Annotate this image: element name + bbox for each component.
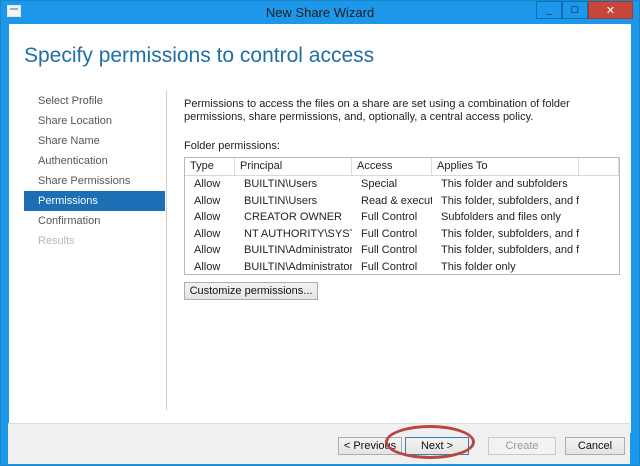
table-row[interactable]: Allow BUILTIN\Users Read & execute This … bbox=[185, 193, 619, 210]
cell-applies-to: This folder, subfolders, and files bbox=[441, 227, 579, 240]
nav-step-permissions[interactable]: Permissions bbox=[24, 191, 165, 211]
wizard-footer: < Previous Next > Create Cancel bbox=[8, 423, 630, 464]
cell-principal: BUILTIN\Users bbox=[244, 178, 318, 190]
column-header-principal[interactable]: Principal bbox=[235, 158, 352, 175]
nav-step-share-location[interactable]: Share Location bbox=[24, 111, 165, 131]
nav-divider bbox=[166, 90, 167, 410]
nav-step-authentication[interactable]: Authentication bbox=[24, 151, 165, 171]
cell-type: Allow bbox=[194, 194, 221, 207]
column-header-access[interactable]: Access bbox=[352, 158, 432, 175]
maximize-button[interactable]: □ bbox=[562, 1, 588, 19]
minimize-icon: _ bbox=[545, 4, 553, 16]
window-controls: _ □ ✕ bbox=[536, 1, 633, 20]
cell-principal: CREATOR OWNER bbox=[244, 211, 342, 223]
column-header-applies-to[interactable]: Applies To bbox=[432, 158, 579, 175]
nav-step-share-name[interactable]: Share Name bbox=[24, 131, 165, 151]
create-button: Create bbox=[488, 437, 556, 455]
cell-type: Allow bbox=[194, 178, 221, 190]
cell-type: Allow bbox=[194, 227, 221, 240]
column-header-type[interactable]: Type bbox=[185, 158, 235, 175]
cell-access: Full Control bbox=[361, 244, 418, 256]
maximize-icon: □ bbox=[571, 4, 579, 16]
table-row[interactable]: Allow CREATOR OWNER Full Control Subfold… bbox=[185, 209, 619, 226]
nav-step-results: Results bbox=[38, 235, 75, 247]
table-row[interactable]: Allow BUILTIN\Administrators Full Contro… bbox=[185, 259, 619, 276]
cell-principal: BUILTIN\Administrators bbox=[244, 244, 352, 256]
customize-permissions-button[interactable]: Customize permissions... bbox=[184, 282, 318, 300]
cell-type: Allow bbox=[194, 211, 221, 223]
previous-button[interactable]: < Previous bbox=[338, 437, 402, 455]
cell-principal: BUILTIN\Administrators bbox=[244, 260, 352, 273]
cell-principal: BUILTIN\Users bbox=[244, 194, 318, 207]
table-row[interactable]: Allow BUILTIN\Users Special This folder … bbox=[185, 176, 619, 193]
cell-access: Full Control bbox=[361, 211, 418, 223]
next-button[interactable]: Next > bbox=[405, 437, 469, 455]
table-header: Type Principal Access Applies To bbox=[185, 158, 619, 176]
cell-principal: NT AUTHORITY\SYSTEM bbox=[244, 227, 352, 240]
table-row[interactable]: Allow BUILTIN\Administrators Full Contro… bbox=[185, 242, 619, 259]
cell-applies-to: This folder only bbox=[441, 260, 516, 273]
cell-access: Read & execute bbox=[361, 194, 432, 207]
nav-step-select-profile[interactable]: Select Profile bbox=[24, 91, 165, 111]
title-bar[interactable]: New Share Wizard _ □ ✕ bbox=[1, 1, 639, 24]
cell-applies-to: This folder, subfolders, and files bbox=[441, 244, 579, 256]
nav-step-confirmation[interactable]: Confirmation bbox=[24, 211, 165, 231]
wizard-window: New Share Wizard _ □ ✕ Specify permissio… bbox=[0, 0, 640, 466]
cell-access: Full Control bbox=[361, 227, 418, 240]
cell-applies-to: Subfolders and files only bbox=[441, 211, 561, 223]
cancel-button[interactable]: Cancel bbox=[565, 437, 625, 455]
cell-type: Allow bbox=[194, 260, 221, 273]
cell-applies-to: This folder, subfolders, and files bbox=[441, 194, 579, 207]
nav-step-share-permissions[interactable]: Share Permissions bbox=[24, 171, 165, 191]
close-icon: ✕ bbox=[605, 4, 616, 17]
cell-access: Full Control bbox=[361, 260, 418, 273]
folder-permissions-table[interactable]: Type Principal Access Applies To Allow B… bbox=[184, 157, 620, 275]
wizard-steps-nav: Select Profile Share Location Share Name… bbox=[24, 91, 165, 251]
permissions-description: Permissions to access the files on a sha… bbox=[184, 98, 570, 123]
minimize-button[interactable]: _ bbox=[536, 1, 562, 19]
cell-access: Special bbox=[361, 178, 398, 190]
cell-applies-to: This folder and subfolders bbox=[441, 178, 568, 190]
wizard-content: Specify permissions to control access Se… bbox=[9, 24, 631, 433]
folder-permissions-label: Folder permissions: bbox=[184, 140, 280, 152]
close-button[interactable]: ✕ bbox=[588, 1, 633, 19]
page-title: Specify permissions to control access bbox=[24, 44, 375, 67]
column-header-blank bbox=[579, 158, 619, 175]
cell-type: Allow bbox=[194, 244, 221, 256]
table-row[interactable]: Allow NT AUTHORITY\SYSTEM Full Control T… bbox=[185, 226, 619, 243]
